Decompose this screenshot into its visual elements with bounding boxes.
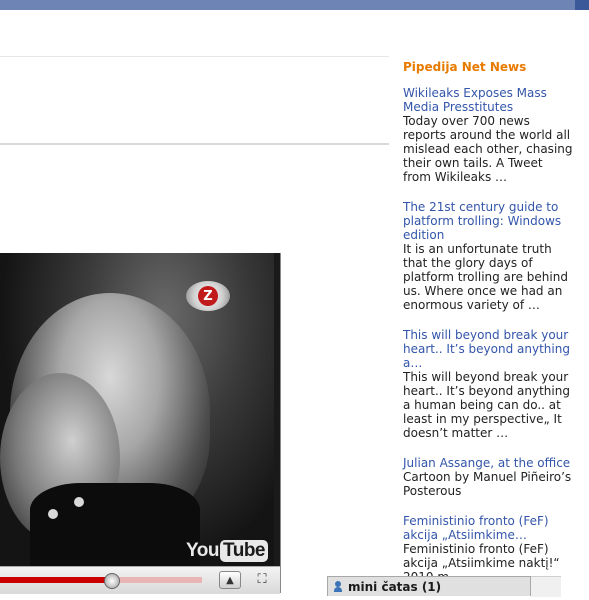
youtube-player[interactable]: Z You Tube ▲ ⛶: [0, 253, 281, 594]
news-link[interactable]: The 21st century guide to platform troll…: [403, 200, 573, 242]
news-excerpt: This will beyond break your heart.. It’s…: [403, 370, 570, 440]
video-subject-collar: [30, 483, 200, 566]
progress-bar[interactable]: [0, 573, 202, 589]
news-item: Feministinio fronto (FeF) akcija „Atsiim…: [403, 514, 573, 584]
progress-handle[interactable]: [104, 573, 121, 589]
mini-chat-tab[interactable]: mini čatas (1): [327, 576, 531, 596]
chevron-up-icon[interactable]: ▲: [219, 571, 241, 589]
person-icon: [334, 581, 342, 592]
news-item: Julian Assange, at the office Cartoon by…: [403, 456, 573, 498]
divider-middle: [0, 143, 389, 145]
fullscreen-icon[interactable]: ⛶: [252, 571, 272, 587]
video-frame[interactable]: Z You Tube: [0, 253, 274, 566]
collar-button: [48, 509, 58, 519]
news-item: Wikileaks Exposes Mass Media Presstitute…: [403, 86, 573, 184]
news-excerpt: Today over 700 news reports around the w…: [403, 114, 573, 184]
top-bar: [0, 0, 589, 10]
z-logo-icon: Z: [186, 281, 230, 311]
news-link[interactable]: Wikileaks Exposes Mass Media Presstitute…: [403, 86, 573, 114]
progress-fill: [0, 577, 112, 583]
news-link[interactable]: Feministinio fronto (FeF) akcija „Atsiim…: [403, 514, 573, 542]
news-link[interactable]: Julian Assange, at the office: [403, 456, 573, 470]
news-sidebar: Pipedija Net News Wikileaks Exposes Mass…: [403, 60, 573, 600]
news-link[interactable]: This will beyond break your heart.. It’s…: [403, 328, 573, 370]
news-item: This will beyond break your heart.. It’s…: [403, 328, 573, 440]
news-excerpt: Cartoon by Manuel Piñeiro’s Posterous: [403, 470, 572, 498]
chat-bar-end: [531, 576, 561, 597]
mini-chat-label: mini čatas (1): [348, 579, 442, 594]
sidebar-title: Pipedija Net News: [403, 60, 527, 74]
collar-button: [74, 497, 84, 507]
divider-top: [0, 56, 389, 57]
news-item: The 21st century guide to platform troll…: [403, 200, 573, 312]
youtube-logo[interactable]: You Tube: [186, 540, 268, 562]
news-excerpt: It is an unfortunate truth that the glor…: [403, 242, 568, 312]
player-controls: ▲ ⛶: [0, 566, 280, 594]
top-bar-corner: [575, 0, 589, 10]
